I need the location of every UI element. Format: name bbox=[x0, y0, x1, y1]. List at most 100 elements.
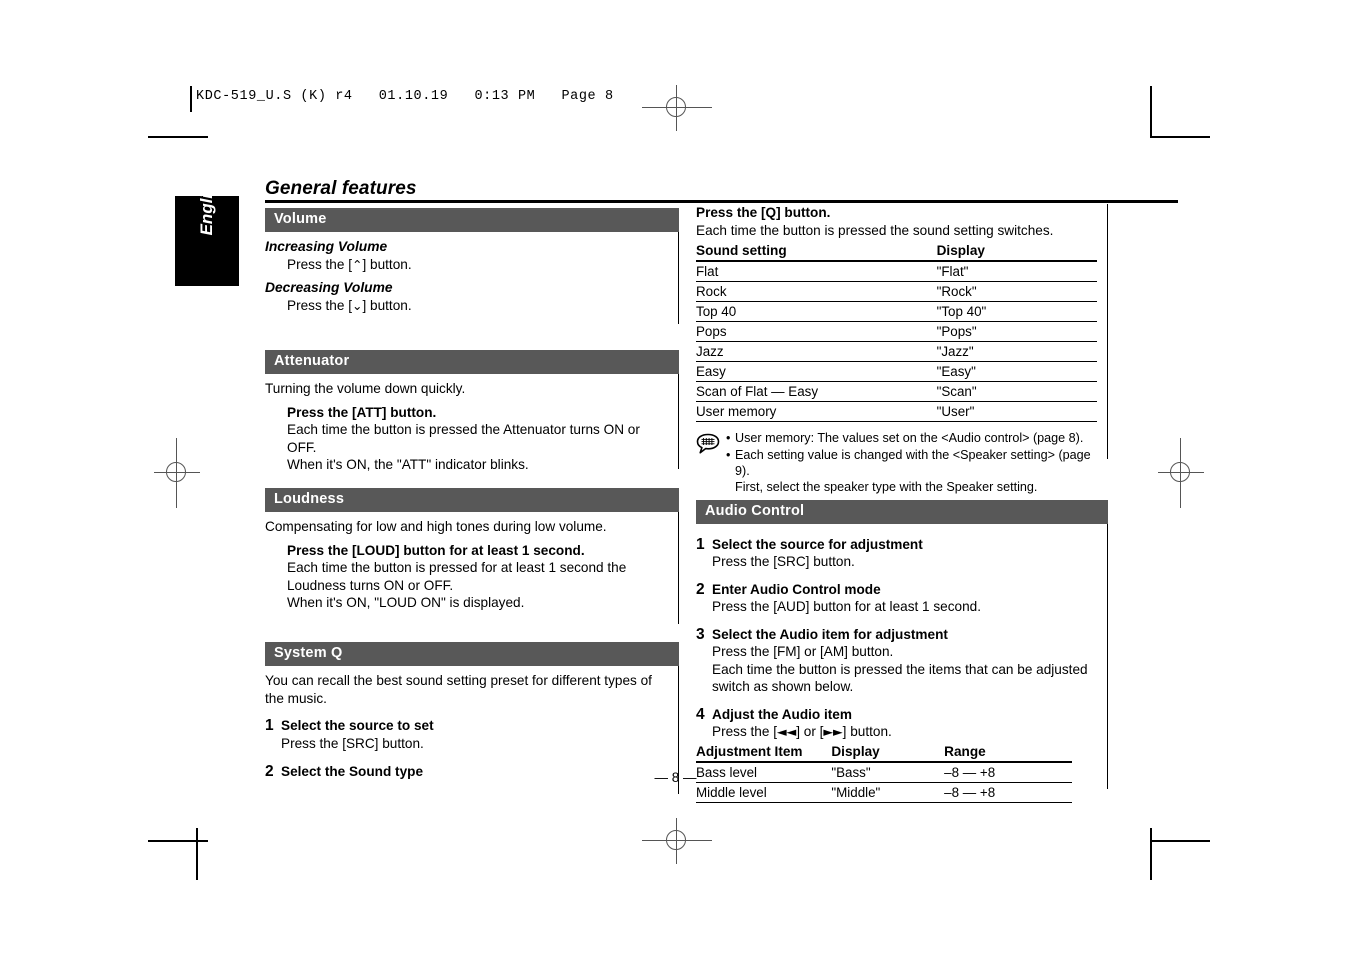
note-trailing-text: First, select the speaker type with the … bbox=[735, 480, 1038, 495]
sound-setting-name: Rock bbox=[696, 281, 937, 302]
note-bubble-icon bbox=[696, 431, 726, 496]
table-row: Jazz "Jazz" bbox=[696, 341, 1097, 362]
sound-setting-display: "Easy" bbox=[936, 361, 1097, 382]
audio-control-step-2-number: 2 bbox=[696, 580, 705, 598]
manual-page: KDC-519_U.S (K) r4 01.10.19 0:13 PM Page… bbox=[0, 0, 1351, 954]
audio-control-step-2: 2 Enter Audio Control mode Press the [AU… bbox=[696, 581, 1097, 616]
sound-setting-display: "Rock" bbox=[936, 281, 1097, 302]
adjustment-range-col-header: Range bbox=[944, 742, 1072, 763]
section-loudness-heading: Loudness bbox=[265, 488, 679, 512]
audio-control-step-3-title: Select the Audio item for adjustment bbox=[712, 626, 948, 642]
crop-mark-top-left bbox=[148, 136, 208, 138]
print-file-header: KDC-519_U.S (K) r4 01.10.19 0:13 PM Page… bbox=[196, 89, 614, 104]
sound-setting-table: Sound setting Display Flat "Flat" Rock "… bbox=[696, 241, 1097, 422]
system-q-step-1-sub: Press the [SRC] button. bbox=[281, 736, 424, 752]
system-q-step-1-number: 1 bbox=[265, 717, 274, 735]
section-attenuator-body: Turning the volume down quickly. Press t… bbox=[265, 373, 679, 472]
increasing-volume-action: Press the [⌃] button. bbox=[265, 256, 668, 273]
step-4-prefix: Press the [ bbox=[712, 724, 777, 740]
section-audio-control: Audio Control 1 Select the source for ad… bbox=[696, 500, 1108, 803]
audio-control-step-1-number: 1 bbox=[696, 535, 705, 553]
sound-setting-name: User memory bbox=[696, 401, 937, 422]
sound-setting-display: "Flat" bbox=[936, 260, 1097, 282]
track-back-icon: ◄◄ bbox=[776, 724, 797, 740]
table-row: Middle level "Middle" –8 — +8 bbox=[696, 782, 1072, 803]
section-audio-control-body: 1 Select the source for adjustment Press… bbox=[696, 523, 1108, 803]
increasing-prefix: Press the [ bbox=[287, 256, 352, 272]
section-system-q-continued-body: Press the [Q] button. Each time the butt… bbox=[696, 204, 1108, 494]
audio-control-step-4: 4 Adjust the Audio item Press the [◄◄] o… bbox=[696, 706, 1097, 803]
section-volume-heading: Volume bbox=[265, 208, 679, 232]
loudness-action: Press the [LOUD] button for at least 1 s… bbox=[287, 543, 585, 559]
table-row: Rock "Rock" bbox=[696, 281, 1097, 302]
sound-setting-name: Jazz bbox=[696, 341, 937, 362]
page-number: — 8 — bbox=[654, 770, 697, 785]
sound-setting-display: "User" bbox=[936, 401, 1097, 422]
registration-mark-top bbox=[642, 85, 712, 131]
decreasing-volume-label: Decreasing Volume bbox=[265, 279, 393, 295]
system-q-intro-1: You can recall the best sound setting pr… bbox=[265, 672, 652, 688]
adjustment-table-header-row: Adjustment Item Display Range bbox=[696, 742, 1072, 763]
adjustment-item-range: –8 — +8 bbox=[944, 782, 1072, 803]
language-tab-label: English bbox=[197, 174, 216, 236]
sound-setting-name: Pops bbox=[696, 321, 937, 342]
attenuator-detail-2: When it's ON, the "ATT" indicator blinks… bbox=[287, 457, 529, 473]
sound-setting-col-header: Sound setting bbox=[696, 241, 937, 262]
display-col-header: Display bbox=[936, 241, 1097, 262]
adjustment-item-display: "Middle" bbox=[831, 782, 945, 803]
increasing-volume-label: Increasing Volume bbox=[265, 238, 388, 254]
crop-mark-bottom-right bbox=[1150, 840, 1210, 842]
decreasing-volume-action: Press the [⌄] button. bbox=[265, 297, 668, 314]
note-bullet-list: • User memory: The values set on the <Au… bbox=[726, 431, 1093, 496]
audio-control-step-3-sub-1: Press the [FM] or [AM] button. bbox=[712, 644, 894, 660]
loudness-detail-1: Each time the button is pressed for at l… bbox=[287, 560, 627, 576]
system-q-note: • User memory: The values set on the <Au… bbox=[696, 431, 1097, 496]
decreasing-suffix: ] button. bbox=[362, 297, 412, 313]
audio-control-step-4-title: Adjust the Audio item bbox=[712, 706, 852, 722]
section-attenuator: Attenuator Turning the volume down quick… bbox=[265, 350, 679, 472]
audio-control-step-3-sub-3: switch as shown below. bbox=[712, 679, 854, 695]
adjustment-item-col-header: Adjustment Item bbox=[696, 742, 832, 763]
sound-setting-name: Scan of Flat — Easy bbox=[696, 381, 937, 402]
audio-control-step-4-sub: Press the [◄◄] or [►►] button. bbox=[712, 723, 1097, 740]
audio-control-step-1-sub: Press the [SRC] button. bbox=[712, 554, 855, 570]
note-text: User memory: The values set on the <Audi… bbox=[735, 430, 1084, 445]
adjustment-item-name: Middle level bbox=[696, 782, 832, 803]
audio-control-step-3-sub-2: Each time the button is pressed the item… bbox=[712, 661, 1088, 677]
table-row: Pops "Pops" bbox=[696, 321, 1097, 342]
registration-mark-right bbox=[1158, 438, 1204, 508]
sound-setting-display: "Pops" bbox=[936, 321, 1097, 342]
sound-setting-name: Flat bbox=[696, 260, 937, 282]
bullet-icon: • bbox=[726, 430, 731, 445]
registration-mark-left bbox=[154, 438, 200, 508]
bullet-icon: • bbox=[726, 447, 731, 462]
audio-control-step-2-sub: Press the [AUD] button for at least 1 se… bbox=[712, 599, 981, 615]
system-q-step-1: 1 Select the source to set Press the [SR… bbox=[265, 717, 668, 752]
system-q-q-button-detail: Each time the button is pressed the soun… bbox=[696, 223, 1054, 239]
table-row: Scan of Flat — Easy "Scan" bbox=[696, 381, 1097, 402]
audio-control-step-3: 3 Select the Audio item for adjustment P… bbox=[696, 626, 1097, 696]
volume-up-icon: ⌃ bbox=[351, 256, 363, 272]
audio-control-step-3-number: 3 bbox=[696, 625, 705, 643]
loudness-detail-2: Loudness turns ON or OFF. bbox=[287, 577, 454, 593]
step-4-suffix: ] button. bbox=[842, 724, 892, 740]
increasing-suffix: ] button. bbox=[362, 256, 412, 272]
adjustment-display-col-header: Display bbox=[831, 742, 945, 763]
sound-setting-display: "Scan" bbox=[936, 381, 1097, 402]
language-tab-english: English bbox=[175, 174, 239, 286]
list-item: • Each setting value is changed with the… bbox=[726, 448, 1093, 480]
section-attenuator-heading: Attenuator bbox=[265, 350, 679, 374]
track-forward-icon: ►► bbox=[823, 724, 843, 740]
registration-mark-bottom bbox=[642, 818, 712, 864]
sound-setting-name: Top 40 bbox=[696, 301, 937, 322]
system-q-intro-2: the music. bbox=[265, 691, 327, 707]
audio-control-step-2-title: Enter Audio Control mode bbox=[712, 581, 881, 597]
crop-mark-top-right-v bbox=[1150, 86, 1152, 138]
decreasing-prefix: Press the [ bbox=[287, 297, 352, 313]
sound-setting-name: Easy bbox=[696, 361, 937, 382]
section-system-q-continued: Press the [Q] button. Each time the butt… bbox=[696, 204, 1108, 494]
system-q-step-1-title: Select the source to set bbox=[281, 718, 434, 734]
loudness-intro: Compensating for low and high tones duri… bbox=[265, 518, 607, 534]
volume-down-icon: ⌄ bbox=[351, 297, 363, 313]
crop-mark-bottom-right-v bbox=[1150, 828, 1152, 880]
